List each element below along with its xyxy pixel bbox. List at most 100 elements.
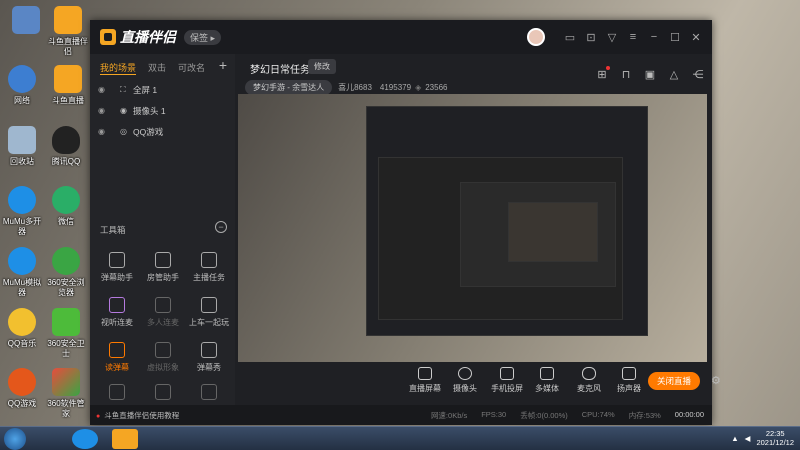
minimize-icon[interactable]: − bbox=[648, 31, 660, 43]
collapse-icon[interactable]: − bbox=[215, 221, 227, 233]
skin-icon[interactable]: ▽ bbox=[606, 31, 618, 44]
eye-icon[interactable]: ◉ bbox=[98, 127, 108, 136]
speaker-icon bbox=[622, 367, 636, 380]
desktop-icon[interactable]: 斗鱼直播 bbox=[46, 65, 90, 106]
source-item[interactable]: ◉ ⛶ 全屏 1 bbox=[90, 81, 235, 98]
share-icon[interactable]: ⋲ bbox=[692, 68, 704, 81]
taskbar-app-mumu[interactable] bbox=[72, 429, 98, 449]
logo-icon bbox=[100, 29, 116, 45]
add-scene-button[interactable]: + bbox=[219, 57, 227, 73]
desktop-icon[interactable] bbox=[4, 6, 48, 37]
media-button[interactable]: 多媒体 bbox=[527, 367, 567, 394]
fans-count: 23566 bbox=[425, 83, 448, 92]
desktop-icon-label: MuMu多开器 bbox=[2, 217, 42, 236]
tab-double-click[interactable]: 双击 bbox=[148, 61, 166, 75]
scene-panel: 我的场景 双击 可改名 + ◉ ⛶ 全屏 1 ◉ ◉ 摄像头 1 ◉ ◎ QQ游戏 工具箱 … bbox=[90, 54, 235, 405]
clock-time: 22:35 bbox=[765, 429, 785, 438]
source-item[interactable]: ◉ ◎ QQ游戏 bbox=[90, 123, 235, 140]
eye-icon[interactable]: ◉ bbox=[98, 106, 108, 115]
desktop-icon-label: 网络 bbox=[14, 96, 30, 105]
desktop-icon[interactable]: 腾讯QQ bbox=[44, 126, 88, 167]
bell-icon[interactable]: △ bbox=[668, 68, 680, 81]
toolbox-title: 工具箱 bbox=[100, 225, 126, 235]
gift-icon[interactable]: ⊞ bbox=[596, 66, 610, 81]
notice-icon[interactable]: ⊡ bbox=[585, 31, 597, 44]
stream-preview[interactable] bbox=[238, 94, 707, 379]
tool-danmu-show[interactable]: 弹幕秀 bbox=[186, 342, 232, 373]
screen-capture-button[interactable]: 直播屏幕 bbox=[405, 367, 445, 394]
title-bar: 直播伴侣 保签 ▸ ▭ ⊡ ▽ ≡ − ☐ ✕ bbox=[90, 20, 712, 54]
tool-virtual-avatar[interactable]: 虚拟形象 bbox=[140, 342, 186, 373]
tool-anchor-task[interactable]: 主播任务 bbox=[186, 252, 232, 283]
preview-nested-window bbox=[508, 202, 598, 262]
download-icon bbox=[155, 297, 171, 313]
tab-rename[interactable]: 可改名 bbox=[178, 61, 205, 75]
eye-icon[interactable]: ◉ bbox=[98, 85, 108, 94]
desktop-icon[interactable]: 微信 bbox=[44, 186, 88, 227]
desktop-icon-label: 回收站 bbox=[10, 157, 34, 166]
fps: FPS:30 bbox=[481, 409, 507, 419]
room-category[interactable]: 梦幻手游 - 余雪达人 bbox=[245, 80, 333, 95]
360-guard-icon bbox=[52, 308, 80, 336]
clock[interactable]: 22:35 2021/12/12 bbox=[756, 429, 794, 447]
source-item[interactable]: ◉ ◉ 摄像头 1 bbox=[90, 102, 235, 119]
close-icon[interactable]: ✕ bbox=[690, 31, 702, 44]
desktop-icon[interactable]: MuMu模拟器 bbox=[0, 247, 44, 298]
app-name: 直播伴侣 bbox=[120, 29, 176, 45]
tv-icon bbox=[201, 342, 217, 358]
desktop-icon[interactable]: 360安全浏览器 bbox=[44, 247, 88, 298]
taskbar-app-douyu[interactable] bbox=[112, 429, 138, 449]
desktop-icon[interactable]: QQ游戏 bbox=[0, 368, 44, 409]
tool-more[interactable] bbox=[186, 384, 232, 404]
desktop-icon-label: 微信 bbox=[58, 217, 74, 226]
douyu-icon bbox=[54, 6, 82, 34]
scene-tabs: 我的场景 双击 可改名 + bbox=[90, 54, 235, 75]
tool-room-manager[interactable]: 房管助手 bbox=[140, 252, 186, 283]
room-number: 4195379 bbox=[379, 83, 412, 92]
qq-game-icon bbox=[8, 368, 36, 396]
microphone-button[interactable]: 麦克风 bbox=[569, 367, 609, 394]
desktop-icon[interactable]: 回收站 bbox=[0, 126, 44, 167]
speaker-button[interactable]: 扬声器 bbox=[609, 367, 649, 394]
avatar[interactable] bbox=[527, 28, 545, 46]
camera-icon: ◉ bbox=[120, 106, 127, 115]
desktop-icon[interactable]: 360安全卫士 bbox=[44, 308, 88, 359]
tool-multi-link[interactable]: 多人连麦 bbox=[140, 297, 186, 328]
desktop-icon[interactable]: 360软件管家 bbox=[44, 368, 88, 419]
version-badge[interactable]: 保签 ▸ bbox=[184, 29, 222, 45]
desktop-icon[interactable]: MuMu多开器 bbox=[0, 186, 44, 237]
tool-more[interactable] bbox=[140, 384, 186, 404]
tab-my-scenes[interactable]: 我的场景 bbox=[100, 61, 137, 75]
record-icon[interactable]: ▣ bbox=[644, 68, 656, 81]
volume-icon[interactable]: ◀ bbox=[745, 434, 751, 443]
settings-icon[interactable]: ⚙ bbox=[711, 374, 721, 387]
cpu-usage: CPU:74% bbox=[581, 409, 615, 419]
window-controls: ▭ ⊡ ▽ ≡ − ☐ ✕ bbox=[527, 28, 702, 46]
header-icons: ⊞ ⊓ ▣ △ ⋲ bbox=[596, 66, 704, 81]
camera-button[interactable]: 摄像头 bbox=[445, 367, 485, 394]
phone-cast-button[interactable]: 手机投屏 bbox=[487, 367, 527, 394]
menu-icon[interactable]: ≡ bbox=[627, 31, 639, 43]
tool-read-danmu[interactable]: 读弹幕 bbox=[94, 342, 140, 373]
tool-more[interactable] bbox=[94, 384, 140, 404]
qq-music-icon bbox=[8, 308, 36, 336]
desktop-icon[interactable]: 斗鱼直播伴侣 bbox=[46, 6, 90, 57]
tutorial-link[interactable]: 斗鱼直播伴侣使用教程 bbox=[96, 410, 179, 421]
net-speed: 网速:0Kb/s bbox=[430, 410, 468, 420]
tool-carpool[interactable]: 上车一起玩 bbox=[186, 297, 232, 328]
maximize-icon[interactable]: ☐ bbox=[669, 31, 681, 44]
desktop-icon[interactable]: 网络 bbox=[0, 65, 44, 106]
source-label: 摄像头 1 bbox=[133, 105, 166, 116]
tool-danmu-helper[interactable]: 弹幕助手 bbox=[94, 252, 140, 283]
taskbar: ▲ ◀ 22:35 2021/12/12 bbox=[0, 426, 800, 450]
stop-stream-button[interactable]: 关闭直播 bbox=[648, 372, 700, 390]
network-icon[interactable]: ▲ bbox=[731, 434, 738, 443]
desktop-icon[interactable]: QQ音乐 bbox=[0, 308, 44, 349]
edit-title-button[interactable]: 修改 bbox=[308, 59, 336, 74]
tool-video-link[interactable]: 视听连麦 bbox=[94, 297, 140, 328]
lock-icon[interactable]: ⊓ bbox=[620, 68, 632, 81]
desktop-icon-label: QQ音乐 bbox=[7, 339, 37, 348]
start-button[interactable] bbox=[4, 428, 26, 450]
message-icon[interactable]: ▭ bbox=[564, 31, 576, 44]
tool-icon bbox=[109, 384, 125, 400]
